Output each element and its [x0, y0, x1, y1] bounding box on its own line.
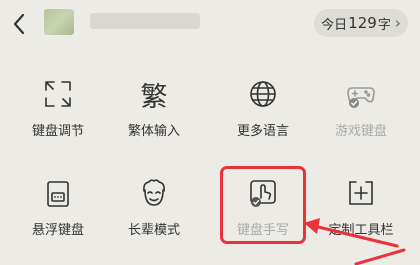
game-keyboard-button[interactable]: 游戏键盘: [311, 79, 411, 159]
floating-keyboard-label: 悬浮键盘: [31, 223, 84, 238]
more-languages-label: 更多语言: [236, 124, 289, 139]
globe-icon: [250, 81, 276, 107]
highlight-box: [220, 166, 306, 244]
game-keyboard-label: 游戏键盘: [334, 124, 387, 139]
chevron-right-icon: ›: [394, 14, 401, 32]
traditional-char-icon: 繁: [139, 79, 169, 113]
keyboard-adjust-button[interactable]: 键盘调节: [8, 79, 108, 159]
header-bar: 今日 129 字 ›: [0, 0, 420, 48]
keyboard-adjust-label: 键盘调节: [31, 124, 84, 139]
floating-keyboard-button[interactable]: 悬浮键盘: [8, 178, 108, 258]
more-languages-button[interactable]: 更多语言: [213, 79, 313, 159]
count-prefix: 今日: [321, 17, 348, 33]
elder-face-icon: [143, 179, 165, 206]
word-count-pill[interactable]: 今日 129 字 ›: [314, 9, 408, 37]
custom-toolbar-icon: [349, 181, 373, 205]
back-button[interactable]: [6, 10, 32, 38]
elder-mode-button[interactable]: 长辈模式: [104, 178, 204, 258]
resize-frame-icon: [45, 81, 71, 107]
floating-keyboard-icon: [47, 181, 69, 207]
traditional-input-label: 繁体输入: [127, 124, 180, 139]
chevron-left-icon: [13, 13, 25, 35]
traditional-glyph: 繁: [140, 81, 168, 113]
username-blurred: [90, 13, 200, 29]
avatar[interactable]: [44, 9, 74, 35]
traditional-input-button[interactable]: 繁 繁体输入: [104, 79, 204, 159]
elder-mode-label: 长辈模式: [127, 223, 180, 238]
red-arrow-tail: [354, 248, 406, 265]
count-suffix: 字: [377, 17, 391, 33]
red-arrow: [304, 218, 399, 248]
count-value: 129: [348, 14, 377, 32]
gamepad-icon: [347, 87, 375, 108]
